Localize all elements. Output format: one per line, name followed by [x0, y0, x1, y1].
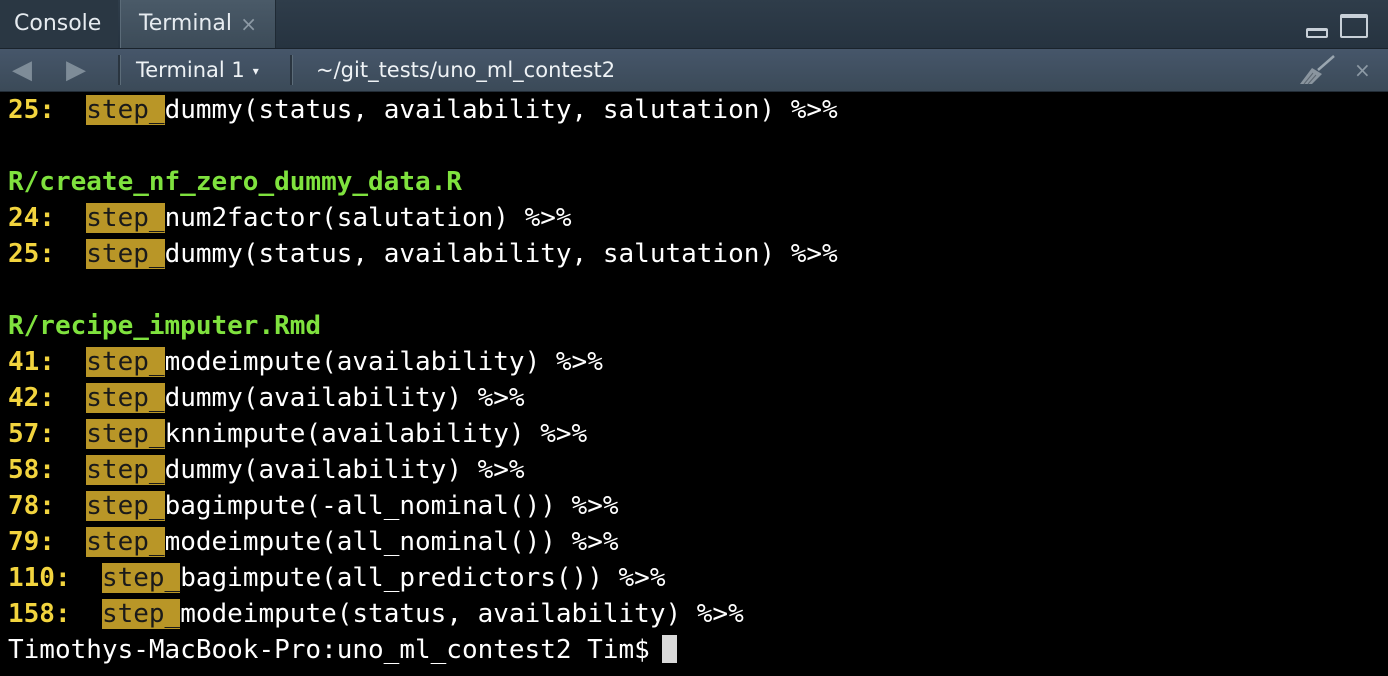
terminal-selector-label: Terminal 1 — [136, 58, 245, 82]
tab-terminal[interactable]: Terminal × — [120, 0, 276, 48]
match-highlight: step_ — [86, 203, 165, 233]
line-number: 79: — [8, 527, 55, 557]
line-number: 24: — [8, 203, 55, 233]
line-code: modeimpute(status, availability) %>% — [180, 599, 744, 629]
match-highlight: step_ — [101, 563, 181, 593]
chevron-down-icon: ▾ — [252, 64, 259, 78]
line-padding — [71, 599, 102, 629]
terminal-output[interactable]: 25: step_dummy(status, availability, sal… — [0, 92, 1388, 676]
line-padding — [55, 455, 86, 485]
line-code: modeimpute(availability) %>% — [164, 347, 603, 377]
line-number: 158: — [8, 599, 71, 629]
search-result-line: 24: step_num2factor(salutation) %>% — [8, 200, 572, 236]
line-padding — [55, 347, 86, 377]
line-code: modeimpute(all_nominal()) %>% — [164, 527, 619, 557]
line-code: bagimpute(all_predictors()) %>% — [180, 563, 666, 593]
line-code: num2factor(salutation) %>% — [164, 203, 572, 233]
line-padding — [55, 203, 86, 233]
search-result-line: 78: step_bagimpute(-all_nominal()) %>% — [8, 488, 619, 524]
line-padding — [55, 239, 86, 269]
line-code: dummy(status, availability, salutation) … — [164, 239, 838, 269]
search-result-line: 57: step_knnimpute(availability) %>% — [8, 416, 587, 452]
shell-prompt: Timothys-MacBook-Pro:uno_ml_contest2 Tim… — [8, 632, 677, 668]
pane-tab-bar: Console Terminal × — [0, 0, 1388, 49]
match-highlight: step_ — [86, 455, 165, 485]
close-tab-icon[interactable]: × — [240, 0, 257, 48]
toolbar-divider — [118, 55, 121, 85]
terminal-toolbar: ◀ ▶ Terminal 1 ▾ ~/git_tests/uno_ml_conte… — [0, 49, 1388, 92]
filename-text: R/create_nf_zero_dummy_data.R — [8, 167, 462, 197]
search-result-line: 110: step_bagimpute(all_predictors()) %>… — [8, 560, 665, 596]
search-result-filename: R/recipe_imputer.Rmd — [8, 308, 321, 344]
search-result-line: 25: step_dummy(status, availability, sal… — [8, 92, 838, 128]
text-cursor — [661, 635, 677, 663]
line-number: 25: — [8, 95, 55, 125]
filename-text: R/recipe_imputer.Rmd — [8, 311, 322, 341]
match-highlight: step_ — [86, 347, 165, 377]
match-highlight: step_ — [86, 239, 165, 269]
line-padding — [55, 419, 86, 449]
line-number: 78: — [8, 491, 55, 521]
minimize-pane-icon[interactable] — [1306, 28, 1328, 38]
match-highlight: step_ — [86, 491, 165, 521]
search-result-line: 58: step_dummy(availability) %>% — [8, 452, 525, 488]
match-highlight: step_ — [86, 383, 165, 413]
line-padding — [55, 383, 86, 413]
broom-clear-icon[interactable] — [1298, 54, 1338, 86]
working-directory-path: ~/git_tests/uno_ml_contest2 — [316, 58, 616, 82]
search-result-line: 25: step_dummy(status, availability, sal… — [8, 236, 838, 272]
search-result-line: 42: step_dummy(availability) %>% — [8, 380, 525, 416]
line-number: 57: — [8, 419, 55, 449]
line-code: bagimpute(-all_nominal()) %>% — [164, 491, 619, 521]
terminal-selector-dropdown[interactable]: Terminal 1 ▾ — [136, 49, 259, 91]
line-number: 110: — [8, 563, 71, 593]
forward-arrow-icon[interactable]: ▶ — [66, 56, 86, 84]
search-result-filename: R/create_nf_zero_dummy_data.R — [8, 164, 462, 200]
prompt-text: Timothys-MacBook-Pro:uno_ml_contest2 Tim… — [8, 635, 650, 665]
search-result-line: 158: step_modeimpute(status, availabilit… — [8, 596, 744, 632]
close-terminal-icon[interactable]: × — [1354, 49, 1371, 91]
search-result-line: 41: step_modeimpute(availability) %>% — [8, 344, 603, 380]
line-padding — [55, 95, 86, 125]
line-code: knnimpute(availability) %>% — [164, 419, 588, 449]
tab-console[interactable]: Console — [0, 0, 118, 48]
line-number: 41: — [8, 347, 55, 377]
line-number: 42: — [8, 383, 55, 413]
search-result-line: 79: step_modeimpute(all_nominal()) %>% — [8, 524, 619, 560]
tab-console-label: Console — [14, 11, 102, 36]
line-padding — [55, 527, 86, 557]
line-number: 58: — [8, 455, 55, 485]
tab-terminal-label: Terminal — [139, 11, 232, 36]
toolbar-divider — [290, 55, 293, 85]
maximize-pane-icon[interactable] — [1340, 14, 1368, 38]
line-code: dummy(availability) %>% — [164, 455, 525, 485]
match-highlight: step_ — [101, 599, 181, 629]
line-code: dummy(status, availability, salutation) … — [164, 95, 838, 125]
line-code: dummy(availability) %>% — [164, 383, 525, 413]
match-highlight: step_ — [86, 527, 165, 557]
back-arrow-icon[interactable]: ◀ — [12, 56, 32, 84]
match-highlight: step_ — [86, 419, 165, 449]
line-number: 25: — [8, 239, 55, 269]
line-padding — [71, 563, 102, 593]
match-highlight: step_ — [86, 95, 165, 125]
line-padding — [55, 491, 86, 521]
